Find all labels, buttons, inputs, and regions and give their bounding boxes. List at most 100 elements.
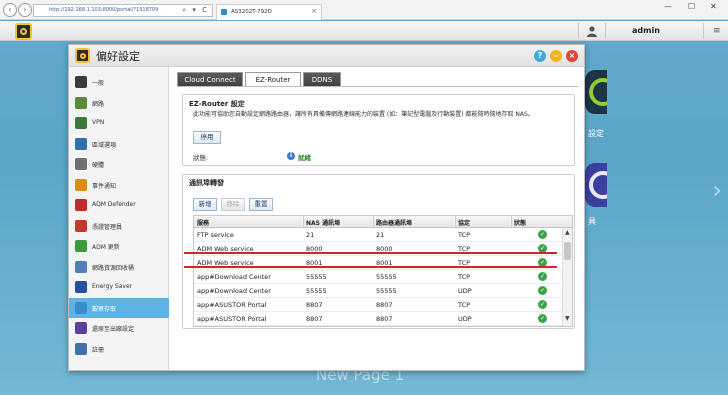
sidebar-item-icon [75, 281, 87, 293]
tab-close-icon[interactable]: × [311, 7, 317, 15]
username[interactable]: admin [632, 26, 660, 35]
sidebar-item[interactable]: 還原至出廠設定 [69, 318, 169, 338]
table-cell-router-port: 8807 [376, 301, 393, 309]
back-button[interactable]: ‹ [3, 3, 17, 17]
help-button[interactable]: ? [534, 50, 546, 62]
sidebar-item[interactable]: 區域選項 [69, 134, 169, 154]
sidebar-item[interactable]: 一般 [69, 72, 169, 92]
sidebar-item-icon [75, 301, 87, 314]
minimize-button[interactable]: – [550, 50, 562, 62]
sidebar-item[interactable]: 硬體 [69, 154, 169, 174]
browser-tab[interactable]: AS3202T-792D × [216, 4, 322, 20]
column-header[interactable]: NAS 通訊埠 [306, 218, 340, 227]
column-divider [373, 216, 374, 228]
scroll-down-icon[interactable]: ▼ [565, 315, 570, 322]
sidebar-item-label: 憑證管理員 [92, 223, 123, 231]
window-close-button[interactable]: ✕ [710, 2, 717, 11]
table-cell-service: app#Download Center [197, 273, 271, 281]
window-header: 偏好設定 ? – × [69, 45, 584, 67]
sidebar-item-label: 區域選項 [92, 141, 117, 149]
sidebar-item[interactable]: 觀察存取 [69, 297, 169, 318]
column-header[interactable]: 協定 [458, 218, 470, 227]
sidebar-item-label: 註冊 [92, 346, 105, 354]
menu-icon[interactable]: ≡ [713, 26, 721, 36]
sidebar-item-icon [75, 199, 87, 211]
sidebar-item-label: 還原至出廠設定 [92, 326, 135, 333]
settings-app-icon [75, 48, 90, 63]
status-label: 狀態: [193, 154, 209, 162]
sidebar-item-icon [75, 117, 87, 129]
column-divider [455, 216, 456, 228]
table-row[interactable]: app#Download Center 55555 55555 UDP ✓ [194, 284, 562, 298]
table-cell-nas-port: 55555 [306, 273, 327, 281]
table-row[interactable]: app#Download Center 55555 55555 TCP ✓ [194, 270, 562, 284]
sidebar-item-label: 一般 [92, 80, 105, 87]
tab-2[interactable]: DDNS [303, 72, 341, 87]
close-button[interactable]: × [566, 50, 578, 62]
column-header[interactable]: 狀態 [514, 218, 526, 227]
window-maximize-button[interactable]: ☐ [688, 2, 695, 11]
desktop-app-icon[interactable] [585, 70, 607, 114]
table-row[interactable]: FTP service 21 21 TCP ✓ [194, 228, 562, 242]
forward-button[interactable]: › [18, 3, 32, 17]
address-controls[interactable]: ⌕ ▾ C [182, 6, 209, 15]
sidebar-item[interactable]: 網路 [69, 93, 169, 113]
sidebar-item[interactable]: 憑證管理員 [69, 216, 169, 236]
desktop-app-label: 設定 [588, 129, 604, 138]
address-bar[interactable]: http://192.168.1.103:8000/portal/?151870… [33, 4, 213, 17]
sidebar-item-label: 網路資源回收桶 [92, 264, 135, 272]
divider [703, 23, 704, 39]
scroll-up-icon[interactable]: ▲ [565, 229, 570, 236]
sidebar-item[interactable]: ADM 更新 [69, 236, 169, 256]
user-icon[interactable] [586, 25, 598, 37]
address-url: http://192.168.1.103:8000/portal/?151870… [49, 7, 159, 13]
column-header[interactable]: 路由器通訊埠 [376, 218, 412, 227]
adm-logo-icon[interactable] [15, 23, 32, 40]
tab-1[interactable]: EZ-Router [245, 72, 301, 87]
table-scrollbar[interactable]: ▲ ▼ [562, 228, 572, 326]
adm-taskbar: admin ≡ [0, 21, 728, 41]
sidebar-item-icon [75, 158, 87, 170]
sidebar-item-label: ADM 更新 [92, 244, 120, 251]
table-cell-service: app#ASUSTOR Portal [197, 315, 267, 323]
disable-button[interactable]: 停用 [193, 131, 221, 144]
table-cell-protocol: UDP [458, 287, 472, 295]
window-title: 偏好設定 [96, 50, 140, 63]
tab-title: AS3202T-792D [231, 9, 272, 15]
window-minimize-button[interactable]: — [664, 2, 672, 11]
sidebar-item-label: 事件通知 [92, 182, 117, 190]
sidebar-item-label: Energy Saver [92, 283, 133, 290]
status-info-icon: i [287, 152, 295, 160]
sidebar-item-label: 硬體 [92, 162, 105, 169]
status-value: 就緒 [298, 154, 311, 162]
tab-0[interactable]: Cloud Connect [177, 72, 243, 87]
table-row[interactable]: app#ASUSTOR Portal 8807 8807 UDP ✓ [194, 312, 562, 326]
status-ok-icon: ✓ [538, 314, 547, 323]
column-header[interactable]: 服務 [197, 218, 209, 227]
sidebar-item[interactable]: 事件通知 [69, 175, 169, 195]
sidebar-item-icon [75, 76, 87, 88]
table-cell-protocol: TCP [458, 231, 471, 239]
scroll-thumb[interactable] [564, 242, 571, 260]
table-cell-service: FTP service [197, 231, 234, 239]
table-cell-service: app#Download Center [197, 287, 271, 295]
sidebar-item-icon [75, 96, 87, 109]
reset-button[interactable]: 重置 [249, 198, 273, 211]
remove-button[interactable]: 移除 [221, 198, 245, 211]
sidebar-item[interactable]: ADM Defender [69, 195, 169, 215]
ez-router-settings-title: EZ-Router 設定 [189, 100, 245, 108]
sidebar-item-icon [75, 240, 87, 252]
desktop-app-label: 具 [588, 217, 596, 226]
desktop-app-icon[interactable] [585, 163, 607, 207]
add-button[interactable]: 新增 [193, 198, 217, 211]
table-row[interactable]: app#ASUSTOR Portal 8807 8807 TCP ✓ [194, 298, 562, 312]
sidebar-item[interactable]: 網路資源回收桶 [69, 257, 169, 277]
sidebar-item-icon [75, 342, 87, 355]
sidebar-item[interactable]: VPN [69, 113, 169, 133]
sidebar-item[interactable]: 註冊 [69, 339, 169, 359]
next-page-arrow-icon[interactable]: › [712, 176, 722, 204]
sidebar-item-icon [75, 260, 87, 273]
sidebar-item[interactable]: Energy Saver [69, 277, 169, 297]
tab-content: EZ-Router 設定 此功能可協助您自動設定網路路由器，讓所有具備傳網路連線… [177, 86, 578, 364]
screen: { "browser": { "url": "http://192.168.1.… [0, 0, 728, 395]
